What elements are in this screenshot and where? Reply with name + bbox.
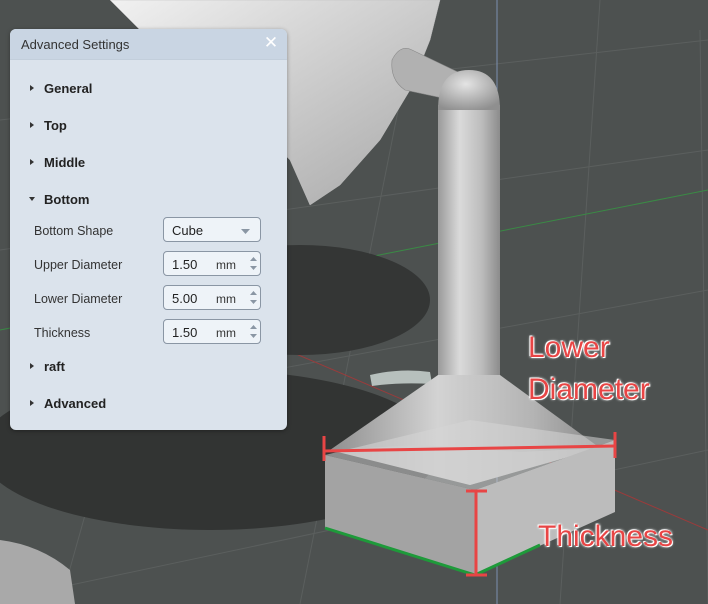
section-top[interactable]: Top	[28, 116, 67, 134]
lower-diameter-unit: mm	[216, 292, 236, 306]
section-raft-label: raft	[44, 358, 65, 374]
section-advanced-label: Advanced	[44, 395, 107, 411]
chevron-down-icon	[29, 197, 35, 201]
lower-diameter-label: Lower Diameter	[34, 292, 123, 306]
bottom-shape-dropdown[interactable]: Cube	[163, 217, 261, 242]
section-top-label: Top	[44, 117, 67, 133]
lower-diameter-annotation: Lower Diameter	[528, 327, 650, 411]
spinner-arrows-icon[interactable]	[249, 255, 258, 272]
chevron-right-icon	[30, 159, 34, 165]
upper-diameter-unit: mm	[216, 258, 236, 272]
thickness-unit: mm	[216, 326, 236, 340]
close-icon[interactable]: ✕	[261, 33, 281, 53]
section-general-label: General	[44, 80, 93, 96]
lower-diameter-field[interactable]: 5.00 mm	[163, 285, 261, 310]
thickness-value: 1.50	[172, 325, 198, 340]
section-general[interactable]: General	[28, 79, 92, 97]
section-bottom[interactable]: Bottom	[28, 190, 90, 208]
chevron-right-icon	[30, 363, 34, 369]
section-bottom-label: Bottom	[44, 191, 90, 207]
thickness-field[interactable]: 1.50 mm	[163, 319, 261, 344]
section-advanced[interactable]: Advanced	[28, 394, 106, 412]
section-middle[interactable]: Middle	[28, 153, 85, 171]
upper-diameter-label: Upper Diameter	[34, 258, 123, 272]
chevron-right-icon	[30, 400, 34, 406]
upper-diameter-field[interactable]: 1.50 mm	[163, 251, 261, 276]
panel-header: Advanced Settings ✕	[10, 29, 287, 60]
chevron-right-icon	[30, 85, 34, 91]
lower-diameter-line2: Diameter	[528, 373, 650, 406]
advanced-settings-panel: Advanced Settings ✕ General Top Middle B…	[10, 29, 287, 430]
section-raft[interactable]: raft	[28, 357, 65, 375]
bottom-shape-value: Cube	[172, 223, 204, 238]
dropdown-arrow-icon	[241, 229, 250, 234]
chevron-right-icon	[30, 122, 34, 128]
thickness-annotation: Thickness	[538, 520, 674, 553]
thickness-label: Thickness	[34, 326, 91, 340]
panel-title: Advanced Settings	[21, 37, 130, 52]
lower-diameter-value: 5.00	[172, 291, 198, 306]
spinner-arrows-icon[interactable]	[249, 289, 258, 306]
lower-diameter-line1: Lower	[528, 331, 610, 364]
bottom-shape-label: Bottom Shape	[34, 224, 114, 238]
spinner-arrows-icon[interactable]	[249, 323, 258, 340]
upper-diameter-value: 1.50	[172, 257, 198, 272]
section-middle-label: Middle	[44, 154, 86, 170]
